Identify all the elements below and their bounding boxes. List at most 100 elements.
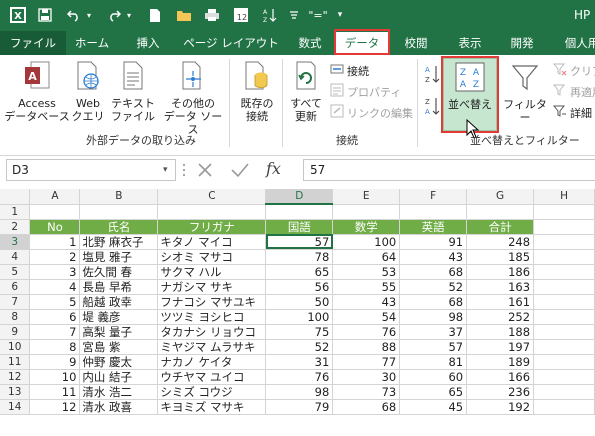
cell[interactable]	[533, 294, 595, 310]
cell[interactable]: 4	[29, 279, 81, 295]
cell[interactable]	[466, 204, 535, 220]
tab-view[interactable]: 表示	[448, 31, 492, 55]
cell[interactable]: 98	[265, 384, 334, 400]
properties-button[interactable]: プロパティ	[330, 83, 401, 100]
cell[interactable]: 60	[399, 369, 468, 385]
row-header[interactable]: 6	[0, 279, 31, 295]
cell[interactable]: 81	[399, 354, 468, 370]
header-cell[interactable]: 数学	[332, 219, 401, 235]
cell[interactable]: キタノ マイコ	[157, 234, 267, 250]
row-header[interactable]: 4	[0, 249, 31, 265]
select-all-corner[interactable]	[0, 189, 31, 205]
cell[interactable]: 65	[399, 384, 468, 400]
column-header[interactable]: G	[466, 189, 535, 205]
column-header[interactable]: B	[79, 189, 159, 205]
name-box[interactable]: D3	[6, 159, 176, 181]
cell[interactable]	[79, 204, 159, 220]
cell[interactable]: 56	[265, 279, 334, 295]
edit-links-button[interactable]: リンクの編集	[330, 104, 413, 121]
column-header[interactable]: F	[399, 189, 468, 205]
cell[interactable]: 73	[332, 384, 401, 400]
cell[interactable]: 10	[29, 369, 81, 385]
cell[interactable]: 2	[29, 249, 81, 265]
row-header[interactable]: 8	[0, 309, 31, 325]
column-header[interactable]: H	[533, 189, 595, 205]
cell[interactable]: 75	[265, 324, 334, 340]
cell[interactable]: 100	[332, 234, 401, 250]
cell[interactable]: 内山 結子	[79, 369, 159, 385]
quick-access-more-icon[interactable]	[286, 6, 302, 24]
cell[interactable]: 192	[466, 399, 535, 415]
cell[interactable]: 88	[332, 339, 401, 355]
tab-developer[interactable]: 開発	[500, 31, 544, 55]
enter-icon[interactable]	[230, 161, 250, 182]
redo-icon[interactable]	[104, 6, 124, 24]
formula-input[interactable]: 57	[303, 159, 595, 181]
cell[interactable]: 100	[265, 309, 334, 325]
header-cell[interactable]: 合計	[466, 219, 535, 235]
cell[interactable]: 186	[466, 264, 535, 280]
cell[interactable]: 堤 義彦	[79, 309, 159, 325]
row-header[interactable]: 10	[0, 339, 31, 355]
cell[interactable]: 252	[466, 309, 535, 325]
cell[interactable]: 3	[29, 264, 81, 280]
row-header[interactable]: 1	[0, 204, 31, 220]
cell[interactable]	[533, 309, 595, 325]
clear-button[interactable]: クリア	[552, 62, 595, 79]
cell[interactable]: 188	[466, 324, 535, 340]
save-icon[interactable]	[36, 6, 54, 24]
undo-icon[interactable]	[64, 6, 84, 24]
cell[interactable]: 45	[399, 399, 468, 415]
tab-file[interactable]: ファイル	[0, 31, 66, 55]
cell[interactable]: 65	[265, 264, 334, 280]
cell[interactable]: 9	[29, 354, 81, 370]
cell[interactable]	[533, 339, 595, 355]
cell[interactable]: フナコシ マサユキ	[157, 294, 267, 310]
cell[interactable]: 166	[466, 369, 535, 385]
cell[interactable]: 仲野 慶太	[79, 354, 159, 370]
cell[interactable]	[533, 324, 595, 340]
header-cell[interactable]: 英語	[399, 219, 468, 235]
cell[interactable]	[533, 264, 595, 280]
web-query-button[interactable]: Web クエリ	[70, 61, 106, 123]
cell[interactable]	[533, 234, 595, 250]
cell[interactable]: 50	[265, 294, 334, 310]
header-cell[interactable]: 国語	[265, 219, 334, 235]
cell[interactable]	[533, 279, 595, 295]
customize-icon[interactable]: ▾	[334, 6, 346, 24]
equals-icon[interactable]: "="	[308, 6, 328, 24]
cell[interactable]: 79	[265, 399, 334, 415]
redo-dropdown-icon[interactable]: ▾	[124, 6, 134, 24]
column-header[interactable]: E	[332, 189, 401, 205]
cell[interactable]: 197	[466, 339, 535, 355]
reapply-button[interactable]: 再適用	[552, 83, 595, 100]
cell[interactable]: 236	[466, 384, 535, 400]
cell[interactable]	[533, 219, 595, 235]
cell[interactable]: 76	[265, 369, 334, 385]
cell[interactable]: 宮島 紫	[79, 339, 159, 355]
column-header[interactable]: A	[29, 189, 81, 205]
cell[interactable]: 78	[265, 249, 334, 265]
row-header[interactable]: 13	[0, 384, 31, 400]
cell[interactable]: ミヤジマ ムラサキ	[157, 339, 267, 355]
insert-function-icon[interactable]: fx	[266, 159, 281, 178]
cell[interactable]: 6	[29, 309, 81, 325]
cell[interactable]: 98	[399, 309, 468, 325]
header-cell[interactable]: No	[29, 219, 81, 235]
cell[interactable]: 68	[399, 294, 468, 310]
tab-home[interactable]: ホーム	[68, 31, 116, 55]
sort-icon[interactable]: AZ	[260, 6, 280, 24]
cell[interactable]: 清水 浩二	[79, 384, 159, 400]
sort-button[interactable]: ZAAZ 並べ替え	[444, 62, 496, 111]
cell[interactable]: キヨミズ マサキ	[157, 399, 267, 415]
cell[interactable]	[332, 204, 401, 220]
cell[interactable]: 43	[399, 249, 468, 265]
existing-connections-button[interactable]: 既存の 接続	[234, 61, 280, 123]
cell[interactable]	[265, 204, 334, 220]
row-header[interactable]: 11	[0, 354, 31, 370]
sort-descending-icon[interactable]: ZA	[424, 95, 440, 120]
cell[interactable]: シオミ マサコ	[157, 249, 267, 265]
tab-insert[interactable]: 挿入	[126, 31, 170, 55]
cell[interactable]: 塩見 雅子	[79, 249, 159, 265]
cell[interactable]: 7	[29, 324, 81, 340]
